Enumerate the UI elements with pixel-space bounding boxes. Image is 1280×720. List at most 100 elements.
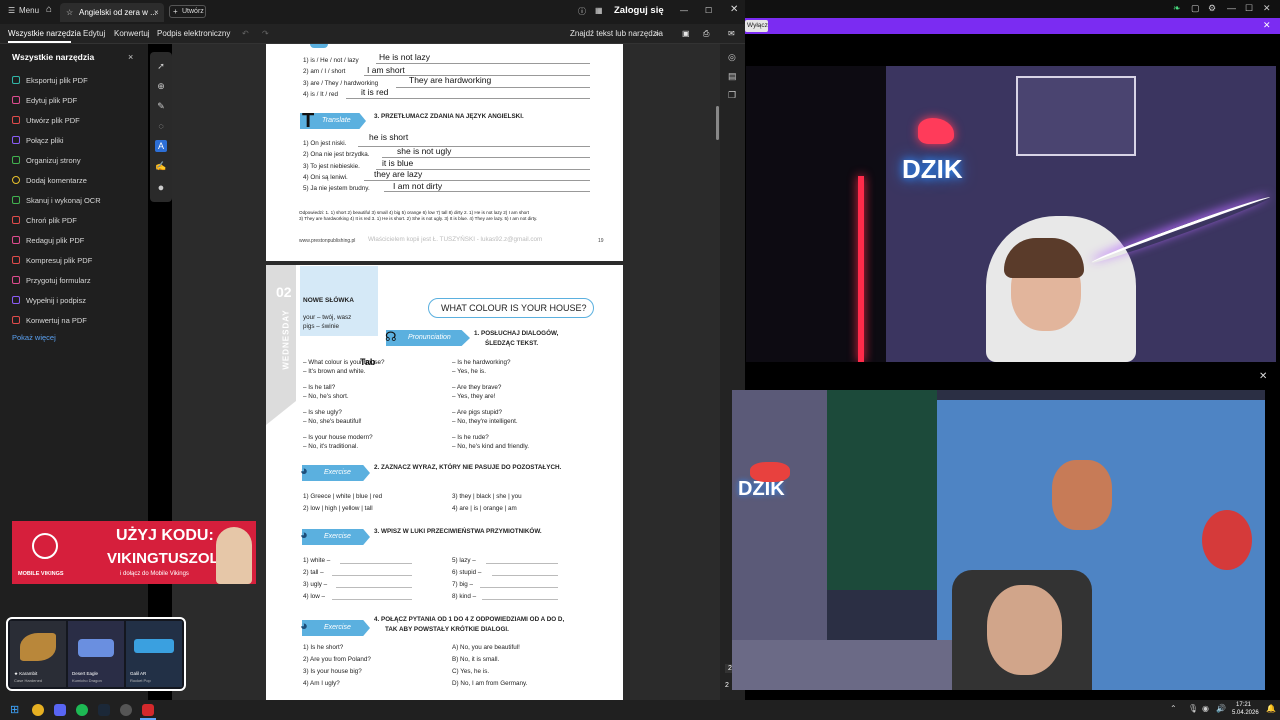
handwritten-answer[interactable]: He is not lazy: [379, 52, 430, 62]
pages-icon[interactable]: ❐: [728, 90, 736, 101]
select-cursor-icon[interactable]: ➚: [155, 60, 167, 72]
handwritten-answer[interactable]: They are hardworking: [409, 75, 491, 85]
disable-button[interactable]: Wyłącz: [745, 20, 768, 32]
sidebar-item-edit-pdf[interactable]: Edytuj plik PDF: [12, 93, 77, 107]
sidebar-item-fill-sign[interactable]: Wypełnij i podpisz: [12, 293, 86, 307]
stamp-icon[interactable]: ✍: [155, 160, 167, 172]
sign-in-button[interactable]: Zaloguj się: [614, 5, 664, 16]
spotify-icon[interactable]: [76, 704, 88, 716]
sidebar-item-comment[interactable]: Dodaj komentarze: [12, 173, 87, 187]
ad-heading: UŻYJ KODU:: [116, 527, 214, 544]
stream-notification-bar: Wyłącz ✕: [745, 18, 1280, 34]
dialog-line: – No, he's kind and friendly.: [452, 443, 530, 450]
save-icon[interactable]: ▣: [682, 29, 690, 38]
start-icon[interactable]: ⊞: [10, 703, 19, 716]
apps-grid-icon[interactable]: ▦: [595, 6, 603, 15]
plus-icon: +: [173, 7, 178, 16]
pen-icon[interactable]: ✎: [155, 100, 167, 112]
sidebar-item-ocr[interactable]: Skanuj i wykonaj OCR: [12, 193, 101, 207]
mic-icon[interactable]: 🎙: [1188, 704, 1198, 713]
handwritten-answer[interactable]: I am short: [367, 65, 405, 75]
redo-icon[interactable]: ↷: [262, 29, 269, 38]
settings-icon[interactable]: ⚙: [1208, 3, 1216, 14]
star-icon[interactable]: ☆: [66, 8, 73, 17]
text-select-icon[interactable]: A: [155, 140, 167, 152]
sidebar-item-combine[interactable]: Połącz pliki: [12, 133, 64, 147]
comments-icon[interactable]: ▤: [728, 71, 737, 82]
answer-line: [492, 575, 558, 576]
handwritten-answer[interactable]: she is not ugly: [397, 146, 451, 156]
search-icon[interactable]: ⌕: [655, 29, 659, 39]
maximize-icon[interactable]: ☐: [705, 6, 712, 15]
close-bar-icon[interactable]: ✕: [1263, 20, 1271, 31]
help-icon[interactable]: ⓘ: [578, 6, 586, 17]
network-icon[interactable]: ◉: [1202, 704, 1209, 713]
chrome-icon[interactable]: [32, 704, 44, 716]
sidebar-item-convert[interactable]: Konwertuj na PDF: [12, 313, 87, 327]
ai-assistant-icon[interactable]: ◎: [728, 52, 736, 63]
document-tab[interactable]: ☆ Angielski od zera w ... ×: [60, 3, 164, 22]
zoom-icon[interactable]: ⊕: [155, 80, 167, 92]
handwritten-answer[interactable]: they are lazy: [374, 169, 422, 179]
pronunciation-banner: Pronunciation: [386, 330, 470, 346]
home-icon[interactable]: ⌂: [46, 4, 52, 15]
vertical-scrollbar-thumb[interactable]: [716, 106, 719, 140]
handwritten-answer[interactable]: I am not dirty: [393, 181, 442, 191]
menu-all-tools[interactable]: Wszystkie narzędzia: [8, 29, 81, 38]
exercise-icon: ◕: [300, 527, 308, 542]
close-sidebar-icon[interactable]: ×: [128, 52, 133, 62]
vocab-item: pigs – świnie: [303, 323, 340, 330]
lasso-icon[interactable]: ◌: [155, 120, 167, 132]
notifications-icon[interactable]: 🔔: [1266, 704, 1276, 713]
close-icon[interactable]: ✕: [1263, 3, 1271, 14]
handwritten-answer[interactable]: it is red: [361, 87, 388, 97]
menu-convert[interactable]: Konwertuj: [114, 29, 150, 38]
clock-date[interactable]: 5.04.2026: [1232, 710, 1259, 716]
mail-icon[interactable]: ✉: [728, 29, 735, 38]
new-tab-button[interactable]: + Utwórz: [169, 5, 206, 18]
show-more-link[interactable]: Pokaż więcej: [12, 333, 56, 342]
handwritten-answer[interactable]: he is short: [369, 132, 408, 142]
exercise-item: 5) lazy –: [452, 557, 476, 564]
exercise-banner: Exercise: [302, 620, 370, 636]
handwritten-answer[interactable]: it is blue: [382, 158, 413, 168]
steam-icon[interactable]: [98, 704, 110, 716]
sidebar-item-export-pdf[interactable]: Eksportuj plik PDF: [12, 73, 88, 87]
menu-edit[interactable]: Edytuj: [83, 29, 105, 38]
menu-button[interactable]: Menu: [19, 6, 39, 15]
minimize-icon[interactable]: —: [1227, 3, 1236, 13]
clock-time[interactable]: 17:21: [1236, 702, 1251, 708]
obs-icon[interactable]: [120, 704, 132, 716]
acrobat-icon[interactable]: [142, 704, 154, 716]
sidebar-item-form[interactable]: Przygotuj formularz: [12, 273, 91, 287]
sidebar-item-label: Dodaj komentarze: [26, 175, 87, 185]
couch: [732, 640, 952, 690]
exercise-item: C) Yes, he is.: [452, 668, 490, 675]
skin-sub: Case Hardened: [14, 678, 43, 683]
sidebar-item-protect[interactable]: Chroń plik PDF: [12, 213, 77, 227]
sidebar-item-redact[interactable]: Redaguj plik PDF: [12, 233, 84, 247]
menu-e-sign[interactable]: Podpis elektroniczny: [157, 29, 230, 38]
sidebar-item-organize[interactable]: Organizuj strony: [12, 153, 81, 167]
exercise-banner: Exercise: [302, 529, 370, 545]
sidebar-item-label: Organizuj strony: [26, 155, 81, 165]
sidebar-item-compress[interactable]: Kompresuj plik PDF: [12, 253, 92, 267]
tray-chevron-icon[interactable]: ⌃: [1170, 704, 1177, 713]
document-viewer[interactable]: 1) is / He / not / lazy He is not lazy 2…: [172, 44, 720, 700]
close-cam-icon[interactable]: ✕: [1259, 371, 1267, 382]
minimize-icon[interactable]: —: [680, 6, 688, 15]
menu-icon[interactable]: ☰: [8, 6, 15, 15]
find-text-button[interactable]: Znajdź tekst lub narzędzia: [570, 29, 663, 38]
discord-icon[interactable]: [54, 704, 66, 716]
close-tab-icon[interactable]: ×: [154, 8, 159, 17]
exercise-item: 4) are | is | orange | am: [452, 505, 517, 512]
sidebar-item-create-pdf[interactable]: Utwórz plik PDF: [12, 113, 80, 127]
maximize-icon[interactable]: ☐: [1245, 3, 1253, 14]
volume-icon[interactable]: 🔊: [1216, 704, 1226, 713]
window-icon[interactable]: ▢: [1191, 3, 1200, 14]
promo-code: VIKINGTUSZOL: [107, 550, 219, 567]
undo-icon[interactable]: ↶: [242, 29, 249, 38]
color-dot-icon[interactable]: ●: [155, 182, 167, 194]
close-window-icon[interactable]: ✕: [730, 4, 738, 15]
print-icon[interactable]: ⎙: [703, 29, 709, 39]
